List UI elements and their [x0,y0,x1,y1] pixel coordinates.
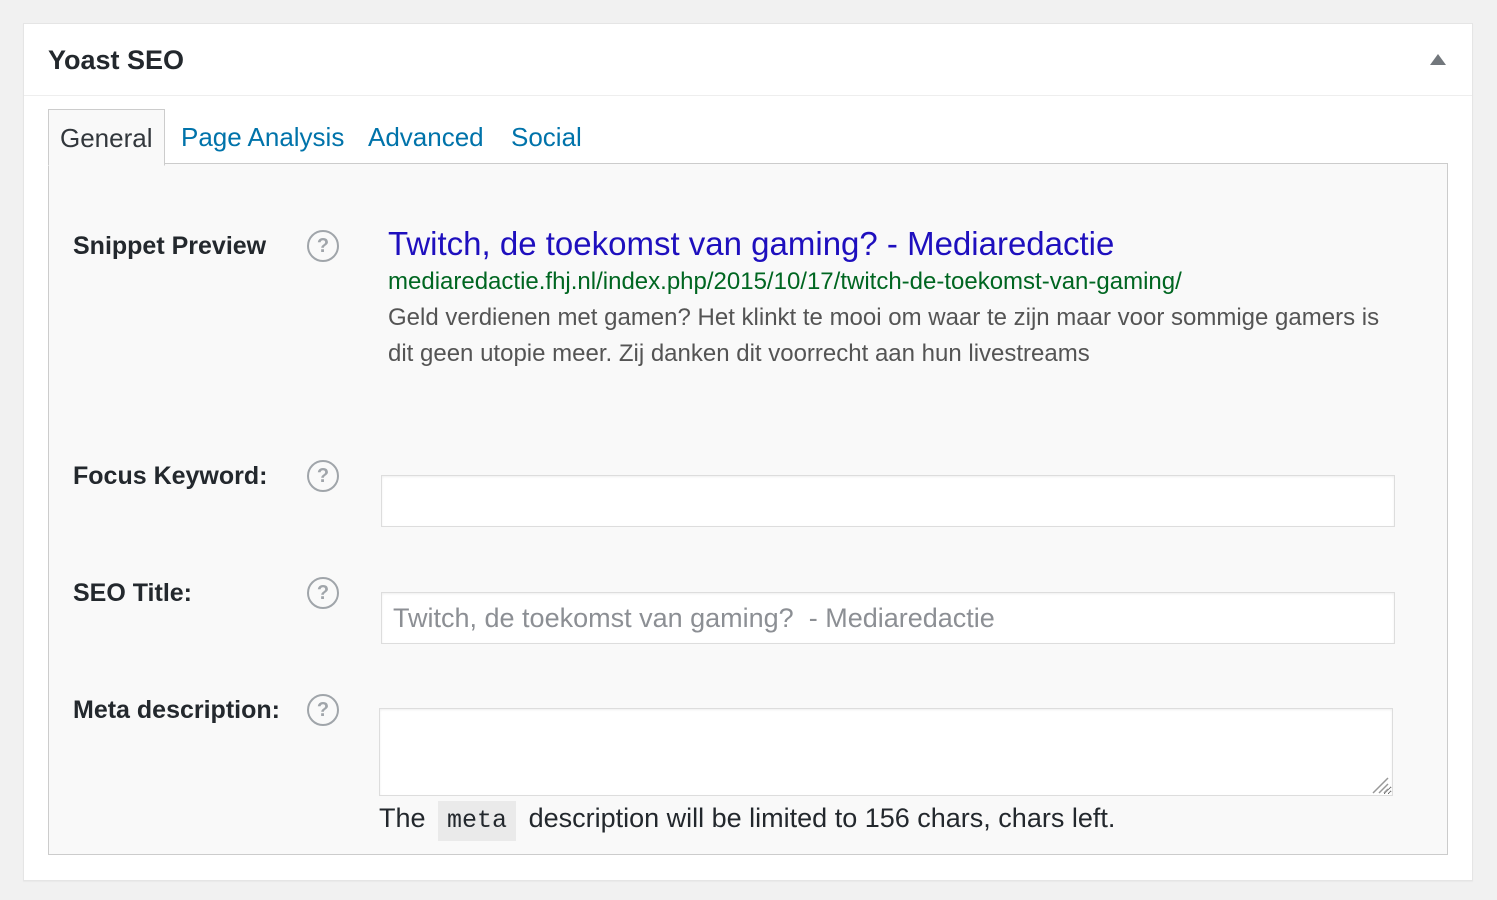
tab-advanced[interactable]: Advanced [368,109,484,163]
meta-note-before: The [379,803,426,833]
help-icon[interactable]: ? [307,577,339,609]
snippet-url: mediaredactie.fhj.nl/index.php/2015/10/1… [388,268,1182,295]
focus-keyword-input[interactable] [381,475,1395,527]
focus-keyword-label: Focus Keyword: [73,462,268,490]
metabox-title: Yoast SEO [48,45,185,75]
resize-grip-icon[interactable] [1371,776,1389,794]
arrow-up-icon[interactable] [1430,54,1446,65]
help-icon[interactable]: ? [307,694,339,726]
snippet-preview-label: Snippet Preview [73,232,267,260]
tab-social[interactable]: Social [511,109,582,163]
metabox-header[interactable]: Yoast SEO [24,24,1472,96]
meta-description-textarea[interactable] [379,708,1393,796]
general-tab-panel: Snippet Preview ? Twitch, de toekomst va… [48,163,1448,855]
seo-title-input[interactable] [381,592,1395,644]
help-icon[interactable]: ? [307,460,339,492]
meta-code: meta [438,801,517,841]
snippet-preview: Twitch, de toekomst van gaming? - Mediar… [388,224,1408,372]
snippet-description: Geld verdienen met gamen? Het klinkt te … [388,304,1380,367]
tab-general[interactable]: General [48,109,165,166]
meta-description-note: The meta description will be limited to … [379,798,1115,841]
snippet-title[interactable]: Twitch, de toekomst van gaming? - Mediar… [388,224,1408,264]
meta-note-after: description will be limited to 156 chars… [528,803,1116,833]
seo-title-label: SEO Title: [73,579,193,607]
tab-page-analysis[interactable]: Page Analysis [181,109,344,163]
meta-description-label: Meta description: [73,696,280,724]
help-icon[interactable]: ? [307,230,339,262]
yoast-seo-metabox: Yoast SEO General Page Analysis Advanced… [23,23,1473,881]
